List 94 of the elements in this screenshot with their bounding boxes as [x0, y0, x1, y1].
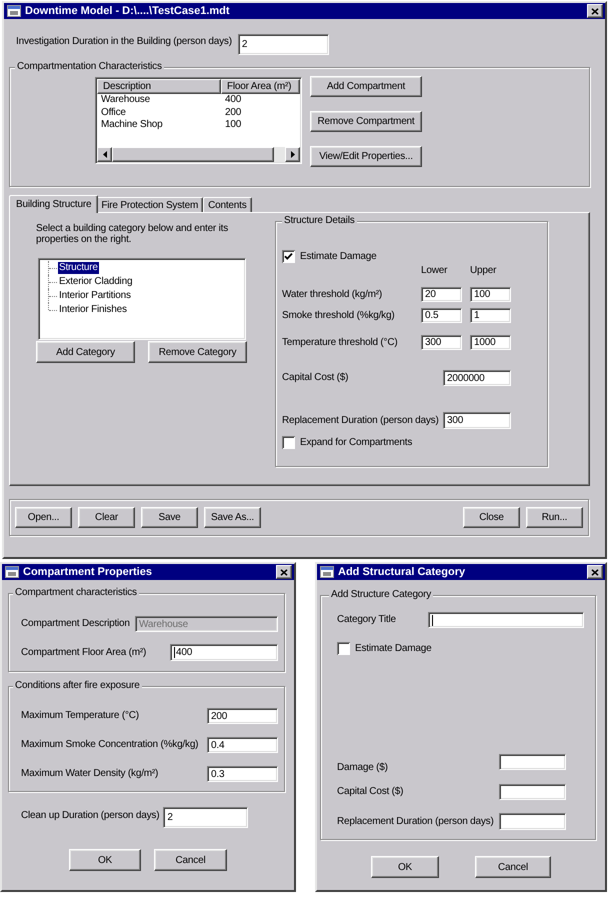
- scrollbar-thumb[interactable]: [112, 147, 274, 162]
- input-field[interactable]: 1000: [470, 335, 511, 350]
- left-arrow-icon: [102, 151, 106, 158]
- field-label: Clean up Duration (person days): [21, 809, 160, 822]
- input-field[interactable]: [428, 612, 584, 628]
- ok-button[interactable]: OK: [69, 849, 141, 871]
- window-title: Compartment Properties: [23, 565, 152, 579]
- input-field[interactable]: 0.5: [421, 308, 462, 323]
- table-cell-text: Machine Shop: [100, 119, 164, 132]
- table-cell-text: 200: [224, 106, 242, 119]
- input-field[interactable]: 20: [421, 287, 462, 302]
- input-field[interactable]: 2000000: [443, 370, 511, 386]
- field-label: Investigation Duration in the Building (person days): [16, 35, 232, 48]
- table-cell-text: Office: [100, 106, 127, 119]
- field-label: Replacement Duration (person days): [282, 414, 439, 426]
- save-as-button[interactable]: Save As...: [204, 507, 261, 528]
- instruction-text: Select a building category below and enter its properties on the right.: [36, 223, 230, 245]
- group-title: Compartment characteristics: [13, 587, 139, 599]
- save-button[interactable]: Save: [141, 507, 198, 528]
- tree-item[interactable]: Exterior Cladding: [58, 276, 134, 288]
- input-field[interactable]: [499, 754, 566, 770]
- scroll-right-button[interactable]: [285, 147, 300, 162]
- input-field[interactable]: 2: [238, 34, 329, 55]
- input-field[interactable]: 0.3: [207, 766, 278, 782]
- group-title: Add Structure Category: [329, 589, 434, 601]
- checkbox[interactable]: [282, 436, 295, 449]
- checkbox[interactable]: [337, 642, 350, 655]
- close-button[interactable]: [587, 4, 603, 18]
- close-icon: [280, 568, 288, 576]
- remove-compartment-button[interactable]: Remove Compartment: [310, 111, 422, 132]
- group-title: Compartmentation Characteristics: [15, 61, 164, 73]
- field-label: Compartment Floor Area (m²): [21, 646, 146, 658]
- checkbox-label: Estimate Damage: [355, 642, 432, 654]
- field-label: Maximum Smoke Concentration (%kg/kg): [21, 739, 198, 751]
- window-icon: [320, 566, 334, 578]
- add-compartment-button[interactable]: Add Compartment: [310, 76, 422, 97]
- close-button[interactable]: [587, 565, 603, 579]
- field-label: Maximum Water Density (kg/m²): [21, 768, 158, 780]
- window-icon: [7, 5, 21, 17]
- field-label: Maximum Temperature (°C): [21, 710, 139, 722]
- column-header[interactable]: Description: [97, 79, 221, 94]
- remove-category-button[interactable]: Remove Category: [148, 341, 247, 363]
- field-label: Temperature threshold (°C): [282, 336, 399, 348]
- field-label: Capital Cost ($): [337, 786, 404, 798]
- checkbox[interactable]: [282, 250, 295, 263]
- field-label: Water threshold (kg/m²): [282, 288, 384, 300]
- group-title: Conditions after fire exposure: [13, 680, 142, 692]
- field-label: Compartment Description: [21, 618, 130, 630]
- tree-item[interactable]: Interior Finishes: [58, 304, 128, 316]
- cancel-button[interactable]: Cancel: [475, 856, 551, 878]
- close-icon: [591, 8, 599, 14]
- field-label: Smoke threshold (%kg/kg): [282, 310, 396, 322]
- input-field[interactable]: 400: [170, 644, 278, 661]
- field-label: Replacement Duration (person days): [337, 816, 494, 828]
- add-category-button[interactable]: Add Category: [36, 341, 135, 363]
- close-button[interactable]: Close: [463, 507, 520, 528]
- column-header[interactable]: Floor Area (m²): [221, 79, 300, 94]
- open-button[interactable]: Open...: [15, 507, 72, 528]
- window-title: Add Structural Category: [338, 565, 466, 579]
- field-label: Category Title: [337, 614, 396, 626]
- input-field[interactable]: 300: [421, 335, 462, 350]
- field-label: Damage ($): [337, 762, 388, 774]
- column-label: Lower: [421, 265, 448, 277]
- input-field[interactable]: 200: [207, 708, 278, 724]
- input-field[interactable]: 100: [470, 287, 511, 302]
- input-field[interactable]: 0.4: [207, 737, 278, 753]
- ok-button[interactable]: OK: [371, 856, 439, 878]
- tree-item[interactable]: Structure: [58, 262, 99, 274]
- tree-item[interactable]: Interior Partitions: [58, 290, 132, 302]
- clear-button[interactable]: Clear: [78, 507, 135, 528]
- scroll-left-button[interactable]: [97, 147, 112, 162]
- checkbox-label: Estimate Damage: [300, 250, 376, 262]
- right-arrow-icon: [290, 151, 294, 158]
- column-label: Upper: [470, 265, 498, 277]
- table-cell-text: 100: [224, 119, 242, 132]
- table-cell-text: 400: [224, 94, 242, 106]
- tab[interactable]: Contents: [203, 197, 252, 212]
- window-icon: [5, 566, 19, 578]
- input-field[interactable]: [499, 813, 566, 830]
- input-field[interactable]: 2: [163, 807, 248, 828]
- cancel-button[interactable]: Cancel: [154, 849, 227, 871]
- run-button[interactable]: Run...: [526, 507, 583, 528]
- window-title: Downtime Model - D:\....\TestCase1.mdt: [25, 4, 230, 18]
- tab[interactable]: Fire Protection System: [96, 197, 204, 212]
- checkbox-label: Expand for Compartments: [300, 436, 412, 448]
- field-label: Capital Cost ($): [282, 372, 348, 384]
- table-cell-text: Warehouse: [100, 94, 151, 106]
- input-field[interactable]: 300: [443, 412, 511, 429]
- close-icon: [591, 568, 599, 576]
- close-button[interactable]: [276, 565, 292, 579]
- input-field[interactable]: 1: [470, 308, 511, 323]
- tab[interactable]: Building Structure: [9, 195, 98, 213]
- input-field[interactable]: [499, 784, 566, 800]
- view-edit-properties-button[interactable]: View/Edit Properties...: [310, 146, 422, 167]
